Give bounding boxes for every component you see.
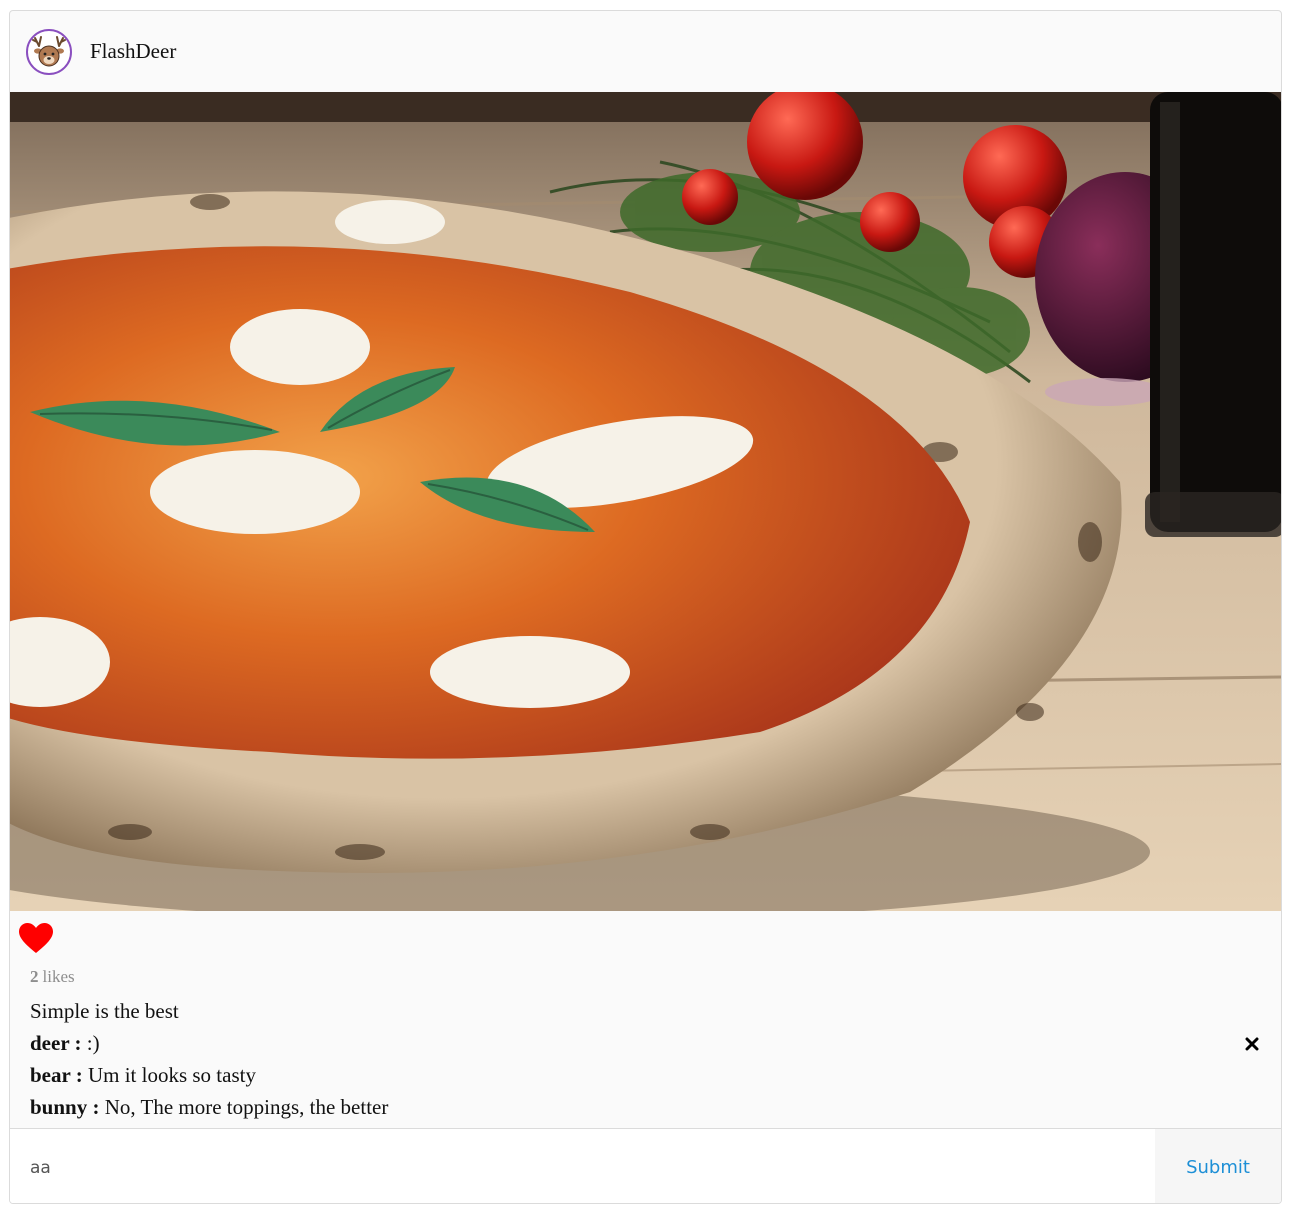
comment-user[interactable]: bear (30, 1063, 70, 1087)
comment-user[interactable]: bunny (30, 1095, 87, 1119)
post-author[interactable]: FlashDeer (90, 39, 176, 64)
post-header: FlashDeer (10, 11, 1281, 93)
delete-comment-button[interactable] (1241, 1033, 1263, 1055)
comment-separator: : (70, 1063, 88, 1087)
like-button[interactable] (18, 922, 54, 954)
pizza-image (10, 92, 1281, 911)
comment-separator: : (87, 1095, 105, 1119)
comment-item: deer : :) (30, 1031, 100, 1056)
avatar[interactable] (26, 28, 72, 75)
likes-label: likes (42, 967, 75, 986)
comment-text: Um it looks so tasty (87, 1063, 256, 1087)
comment-separator: : (69, 1031, 87, 1055)
likes-count: 2 likes (30, 967, 75, 987)
comment-input[interactable] (10, 1129, 1155, 1203)
likes-number: 2 (30, 967, 39, 986)
post-actions (18, 921, 54, 955)
comment-item: bear : Um it looks so tasty (30, 1063, 256, 1088)
comment-text: :) (86, 1031, 100, 1055)
comment-item: bunny : No, The more toppings, the bette… (30, 1095, 388, 1120)
post-card: FlashDeer 2 likes Simple is the best dee… (9, 10, 1282, 1204)
submit-button[interactable]: Submit (1155, 1129, 1281, 1203)
comment-form: Submit (10, 1128, 1281, 1203)
post-photo[interactable] (10, 92, 1281, 911)
deer-icon (32, 35, 66, 66)
post-caption: Simple is the best (30, 999, 179, 1023)
comment-user[interactable]: deer (30, 1031, 69, 1055)
close-icon (1245, 1037, 1259, 1051)
comment-text: No, The more toppings, the better (104, 1095, 389, 1119)
heart-icon (19, 923, 53, 953)
